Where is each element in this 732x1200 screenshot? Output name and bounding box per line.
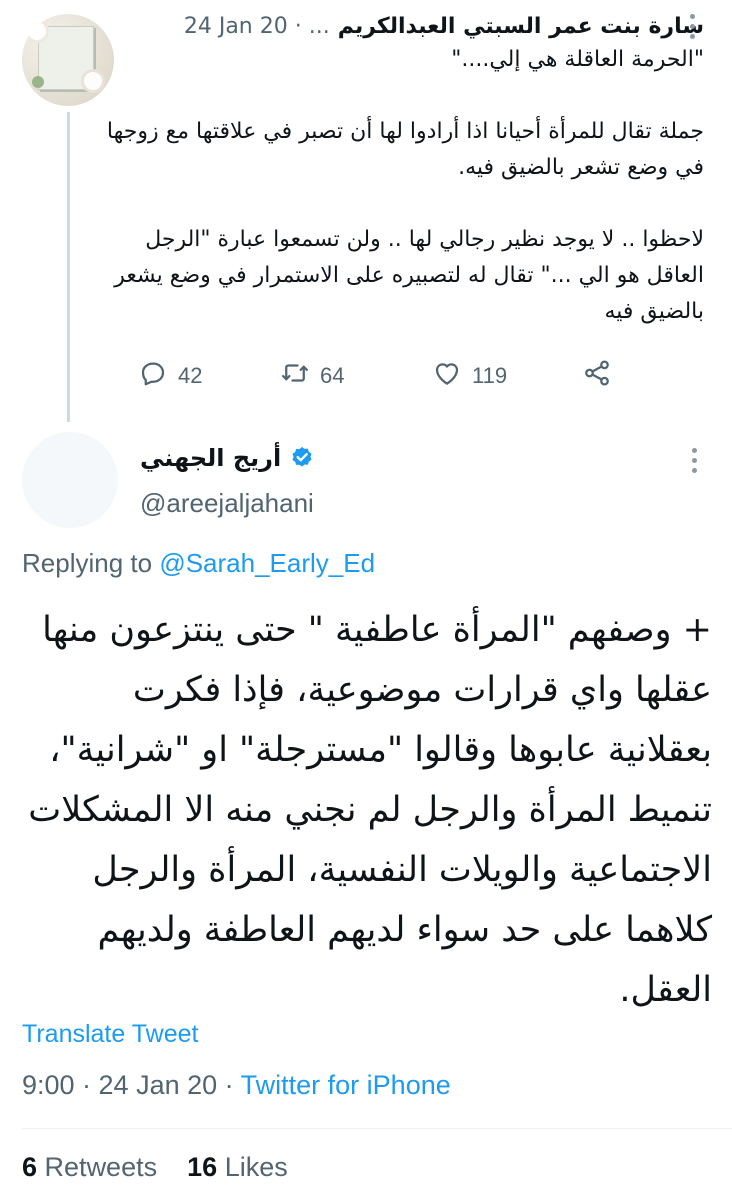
main-tweet-text: + وصفهم "المرأة عاطفية " حتى ينتزعون منه… xyxy=(28,610,712,1010)
likes-label: Likes xyxy=(224,1152,288,1182)
translate-tweet-link[interactable]: Translate Tweet xyxy=(22,1020,198,1049)
tweet-timestamp: 9:00 · 24 Jan 20 · Twitter for iPhone xyxy=(22,1070,451,1101)
timestamp-text: 9:00 · 24 Jan 20 · xyxy=(22,1070,241,1100)
like-button[interactable]: 119 xyxy=(432,358,507,394)
replying-prefix: Replying to xyxy=(22,548,153,578)
tweet-stats: 6 Retweets 16 Likes xyxy=(22,1152,288,1183)
reply-button[interactable]: 42 xyxy=(138,358,202,394)
parent-tweet[interactable]: سارة بنت عمر السبتي العبدالكريم 24 Jan 2… xyxy=(0,0,732,430)
replying-mention-link[interactable]: @Sarah_Early_Ed xyxy=(159,548,375,578)
parent-meta: 24 Jan 20 · ... xyxy=(183,13,330,39)
reply-icon xyxy=(138,358,168,394)
parent-avatar[interactable] xyxy=(22,14,114,106)
share-button[interactable] xyxy=(582,358,612,394)
main-avatar[interactable] xyxy=(22,432,118,528)
main-author-row: أريج الجهني xyxy=(140,440,315,476)
parent-tweet-header: سارة بنت عمر السبتي العبدالكريم 24 Jan 2… xyxy=(184,8,704,44)
divider xyxy=(22,1128,732,1129)
reply-count: 42 xyxy=(178,363,203,388)
verified-icon xyxy=(289,445,315,471)
main-author-name[interactable]: أريج الجهني xyxy=(140,444,281,472)
like-count: 119 xyxy=(472,363,508,388)
likes-count: 16 xyxy=(187,1152,218,1182)
main-more-icon[interactable] xyxy=(692,448,698,478)
retweets-label: Retweets xyxy=(44,1152,158,1182)
parent-tweet-text: "الحرمة العاقلة هي إلي...." جملة تقال لل… xyxy=(106,47,704,324)
parent-action-bar: 42 64 119 xyxy=(130,358,620,394)
retweets-stat[interactable]: 6 Retweets xyxy=(22,1152,157,1182)
share-icon xyxy=(582,358,612,394)
thread-line xyxy=(67,112,70,422)
retweet-icon xyxy=(280,358,310,394)
parent-more-icon[interactable] xyxy=(690,14,696,44)
source-link[interactable]: Twitter for iPhone xyxy=(241,1070,451,1100)
retweet-button[interactable]: 64 xyxy=(280,358,344,394)
main-author-handle[interactable]: @areejaljahani xyxy=(140,488,314,519)
retweets-count: 6 xyxy=(22,1152,38,1182)
retweet-count: 64 xyxy=(320,363,345,388)
like-icon xyxy=(432,358,462,394)
parent-author-name[interactable]: سارة بنت عمر السبتي العبدالكريم xyxy=(338,14,704,39)
replying-to: Replying to @Sarah_Early_Ed xyxy=(22,548,375,579)
likes-stat[interactable]: 16 Likes xyxy=(187,1152,288,1182)
